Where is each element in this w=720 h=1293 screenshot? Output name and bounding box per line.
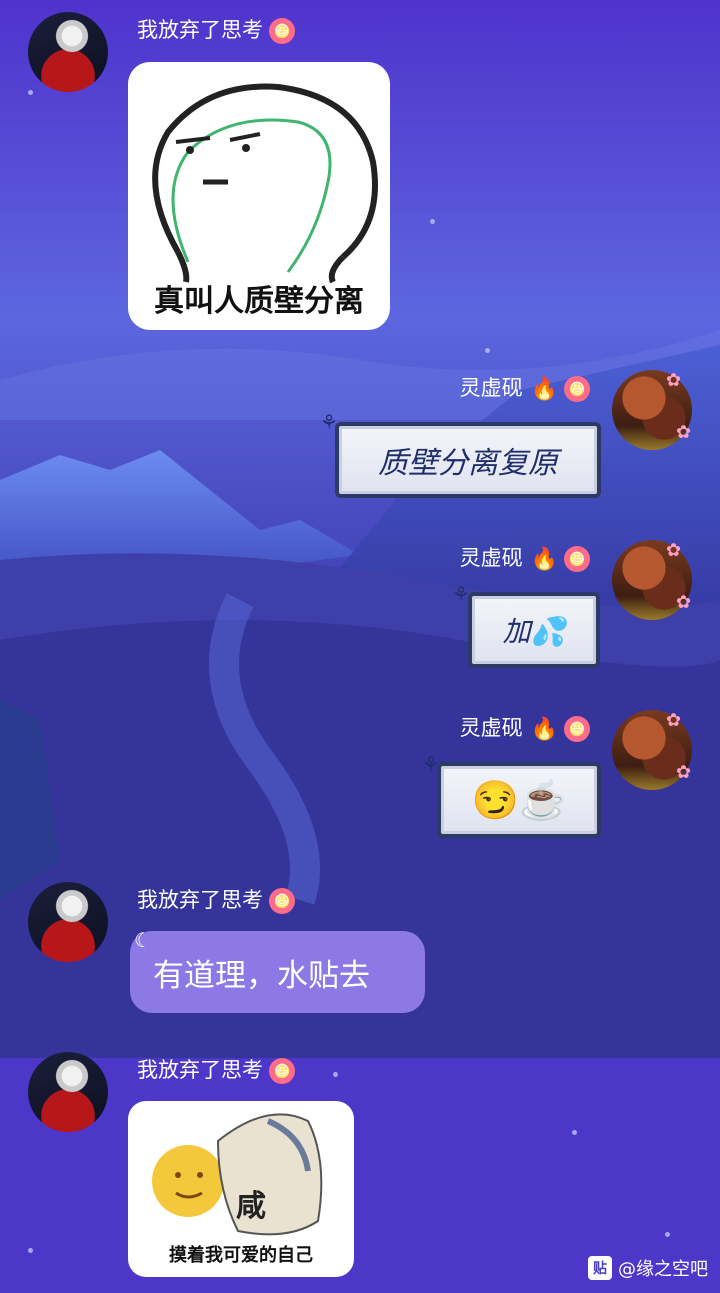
bamboo-deco-icon: ⚘ [422,752,440,776]
sender-name[interactable]: 我放弃了思考 😆 [137,1054,295,1084]
sticker-fish-text: 咸 [236,1189,266,1224]
watermark-text: @缘之空吧 [618,1259,708,1280]
sender-name-text: 我放弃了思考 [137,1058,263,1082]
moon-deco-icon: ☾ [134,928,152,952]
sender-name[interactable]: 灵虚砚 🔥 😆 [460,712,590,742]
sender-name[interactable]: 灵虚砚 🔥 😆 [460,542,590,572]
avatar[interactable] [28,1052,108,1132]
sender-name-text: 灵虚砚 [459,376,523,400]
message-text: 质壁分离复原 [378,446,558,481]
sender-name-text: 我放弃了思考 [137,18,263,42]
flower-badge-icon: 😆 [269,1058,295,1084]
sticker-image[interactable]: 真叫人质壁分离 [128,62,390,330]
message-bubble[interactable]: 加💦 [468,592,600,668]
flower-badge-icon: 😆 [564,376,590,402]
message-text: 😏☕ [471,777,567,822]
avatar[interactable] [28,882,108,962]
watermark: 贴 @缘之空吧 [588,1255,708,1281]
message-text: 有道理，水贴去 [153,957,370,994]
message-text: 加💦 [502,615,566,648]
sticker-caption: 摸着我可爱的自己 [169,1245,313,1266]
message-bubble[interactable]: 质壁分离复原 [335,422,601,498]
fire-icon: 🔥 [530,716,558,742]
avatar[interactable] [28,12,108,92]
sender-name-text: 灵虚砚 [459,716,523,740]
flower-badge-icon: 😆 [564,546,590,572]
message-1: 我放弃了思考 😆 真叫人质壁分离 [0,0,720,340]
flower-deco-icon: ✿ [666,710,682,731]
flower-deco-icon: ✿ [676,422,692,443]
message-3: 灵虚砚 🔥 😆 ✿ ✿ 加💦 ⚘ [0,530,720,680]
sticker-image[interactable]: 咸 摸着我可爱的自己 [128,1101,354,1277]
message-4: 灵虚砚 🔥 😆 ✿ ✿ 😏☕ ⚘ [0,700,720,850]
flower-deco-icon: ✿ [676,762,692,783]
bamboo-deco-icon: ⚘ [452,582,470,606]
fire-icon: 🔥 [530,546,558,572]
sender-name-text: 灵虚砚 [459,546,523,570]
sender-name[interactable]: 灵虚砚 🔥 😆 [460,372,590,402]
flower-deco-icon: ✿ [666,370,682,391]
bamboo-deco-icon: ⚘ [320,410,338,434]
fire-icon: 🔥 [530,376,558,402]
message-2: 灵虚砚 🔥 😆 ✿ ✿ 质壁分离复原 ⚘ [0,360,720,510]
flower-deco-icon: ✿ [676,592,692,613]
sticker-caption: 真叫人质壁分离 [154,284,364,319]
flower-deco-icon: ✿ [666,540,682,561]
tieba-icon: 贴 [588,1256,612,1280]
sender-name-text: 我放弃了思考 [137,888,263,912]
flower-badge-icon: 😆 [269,888,295,914]
sender-name[interactable]: 我放弃了思考 😆 [137,884,295,914]
flower-badge-icon: 😆 [564,716,590,742]
message-bubble[interactable]: 😏☕ [437,762,601,838]
message-bubble[interactable]: 有道理，水贴去 [130,931,425,1013]
sender-name[interactable]: 我放弃了思考 😆 [137,14,295,44]
flower-badge-icon: 😆 [269,18,295,44]
